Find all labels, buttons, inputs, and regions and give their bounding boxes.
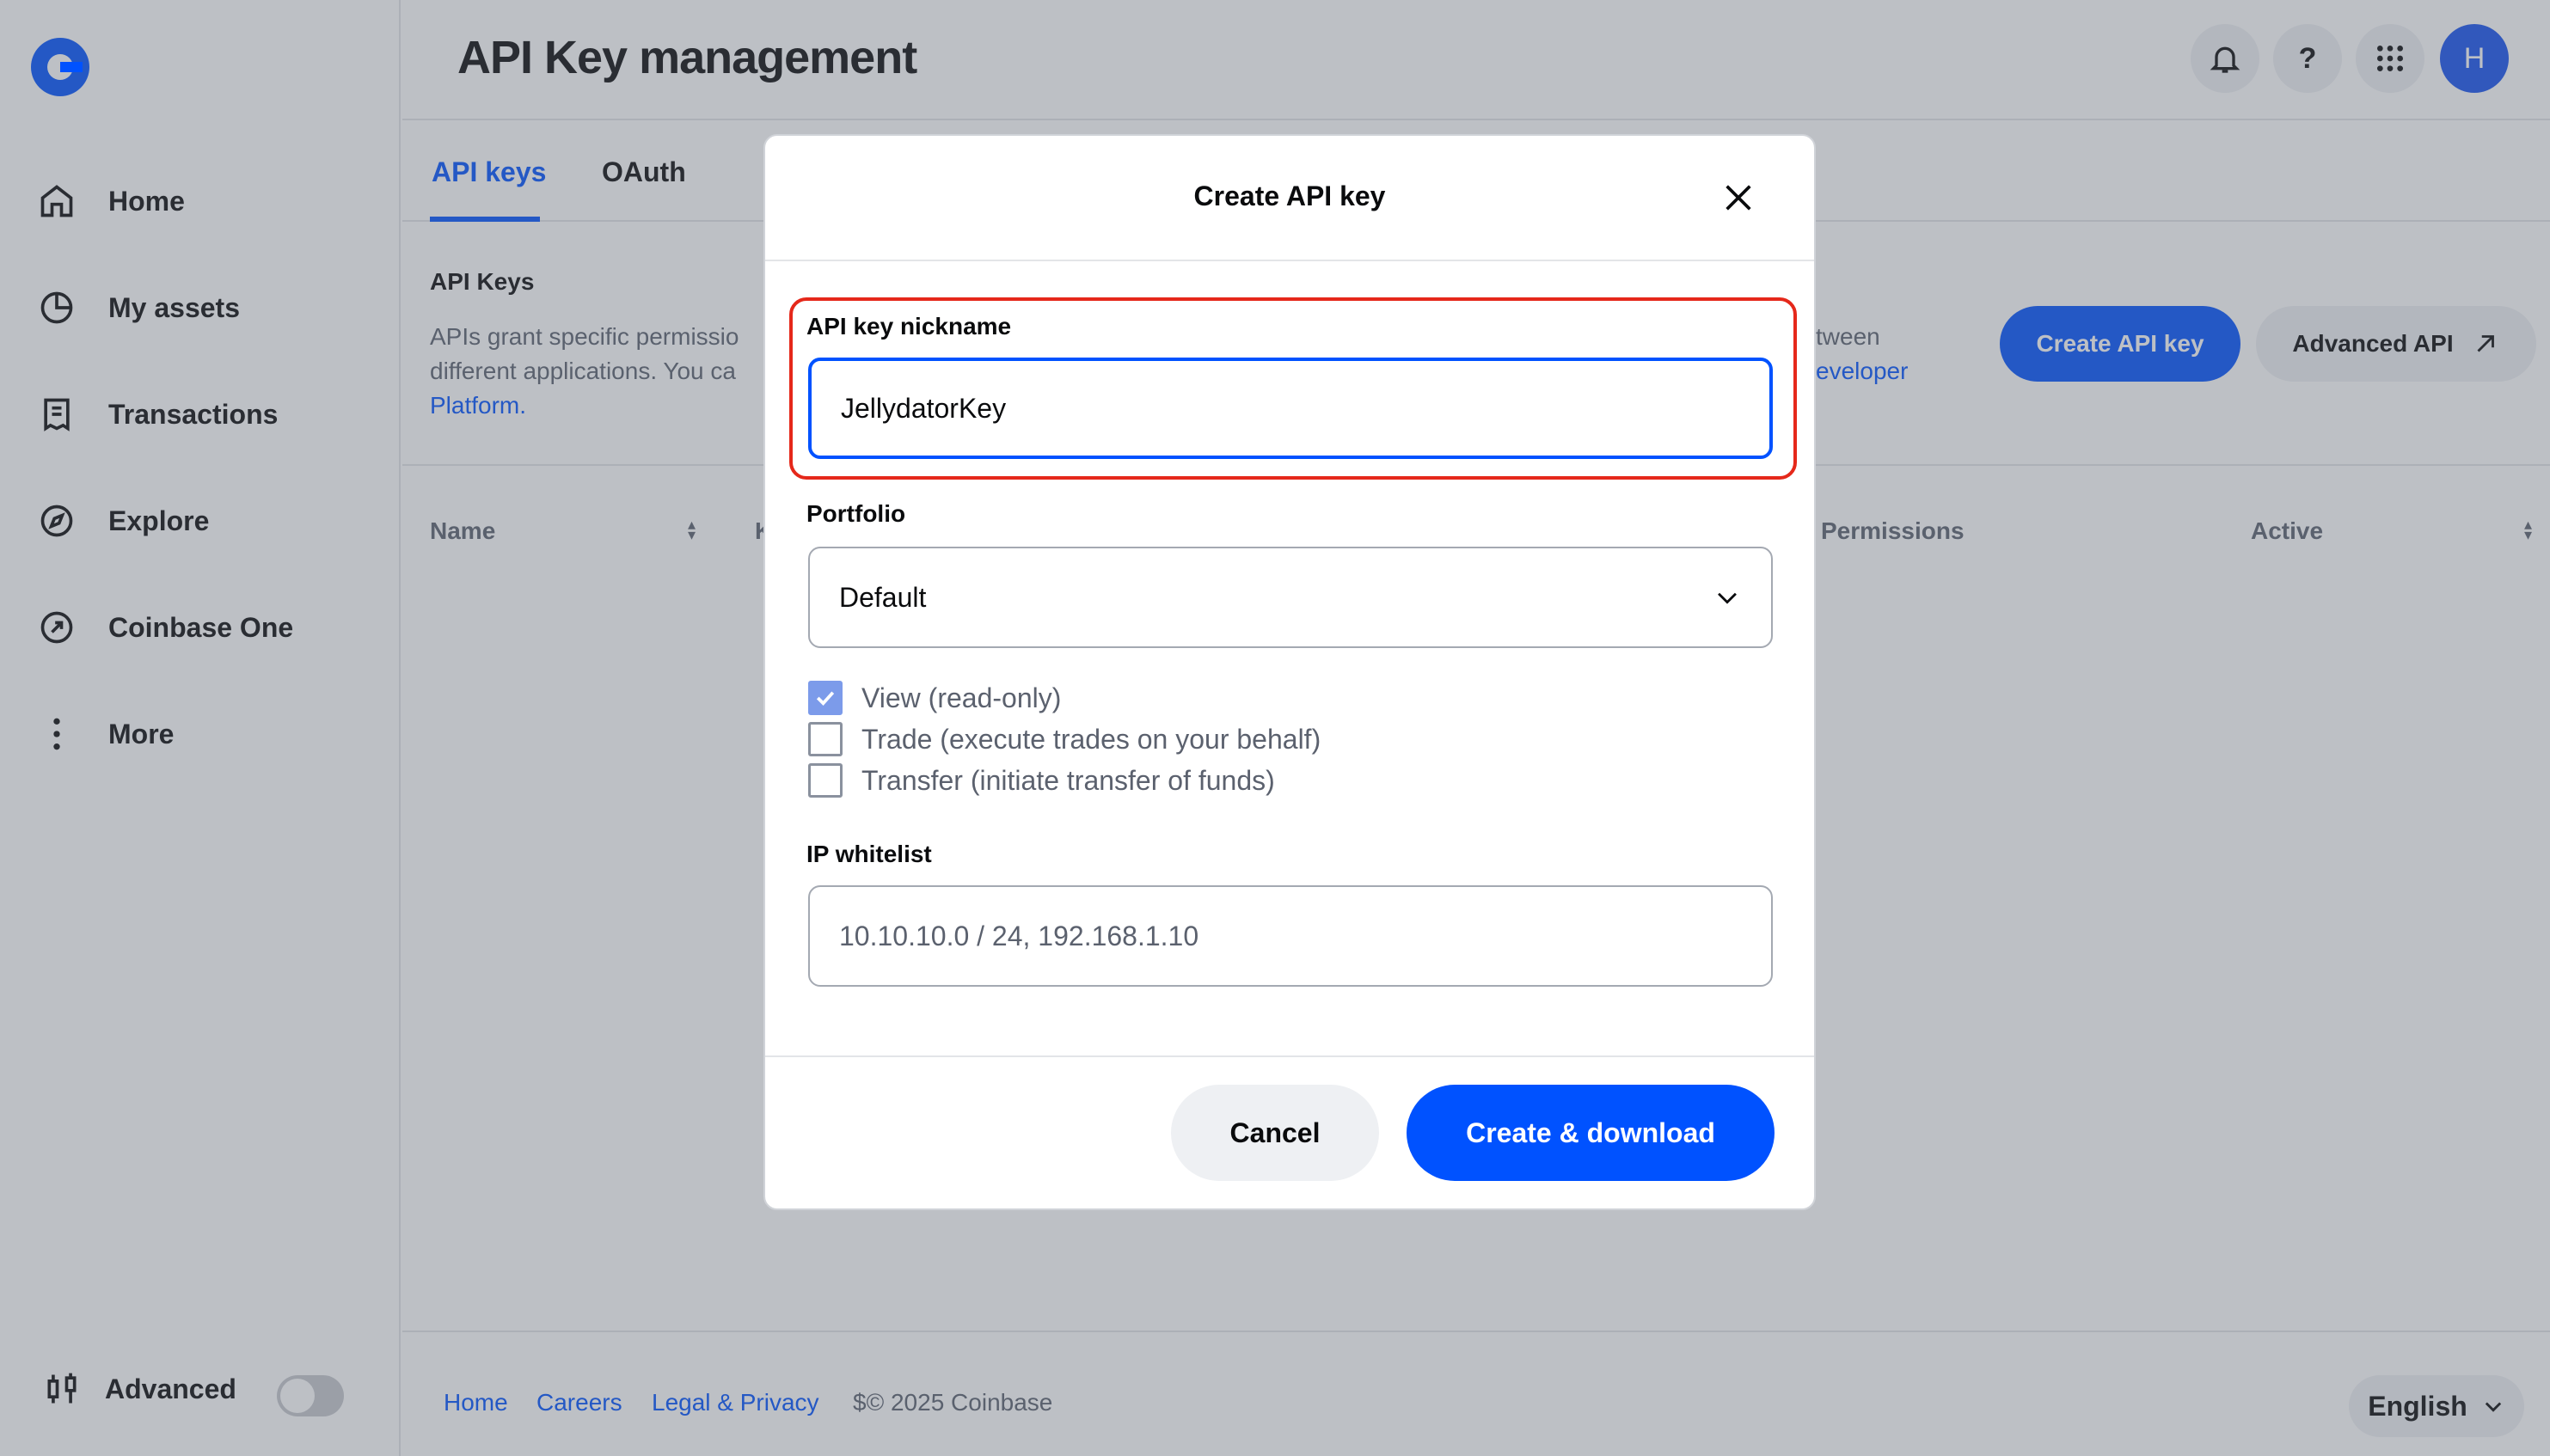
portfolio-selected-value: Default: [839, 581, 927, 613]
close-icon: [1726, 185, 1751, 211]
ip-whitelist-input[interactable]: [808, 885, 1773, 987]
dialog-title: Create API key: [1193, 180, 1386, 211]
checkmark-icon: [816, 691, 835, 706]
portfolio-select[interactable]: Default: [808, 547, 1773, 648]
permission-transfer-row[interactable]: Transfer (initiate transfer of funds): [808, 763, 1275, 798]
create-api-key-dialog: Create API key API key nickname Portfoli…: [763, 134, 1816, 1210]
permission-trade-row[interactable]: Trade (execute trades on your behalf): [808, 722, 1321, 756]
permission-transfer-label: Transfer (initiate transfer of funds): [861, 764, 1275, 796]
nickname-input[interactable]: [808, 358, 1773, 459]
create-and-download-button[interactable]: Create & download: [1407, 1085, 1775, 1181]
chevron-down-icon: [1718, 592, 1737, 604]
cancel-button[interactable]: Cancel: [1171, 1085, 1379, 1181]
dialog-header-divider: [765, 260, 1814, 261]
permission-view-label: View (read-only): [861, 682, 1062, 713]
permission-view-checkbox[interactable]: [808, 681, 843, 715]
dialog-footer-divider: [765, 1055, 1814, 1057]
permission-view-row[interactable]: View (read-only): [808, 681, 1061, 715]
permission-trade-checkbox[interactable]: [808, 722, 843, 756]
nickname-label: API key nickname: [806, 313, 1012, 340]
portfolio-label: Portfolio: [806, 500, 906, 527]
close-button[interactable]: [1721, 180, 1756, 215]
ip-whitelist-label: IP whitelist: [806, 841, 932, 867]
permission-trade-label: Trade (execute trades on your behalf): [861, 723, 1321, 755]
permission-transfer-checkbox[interactable]: [808, 763, 843, 798]
